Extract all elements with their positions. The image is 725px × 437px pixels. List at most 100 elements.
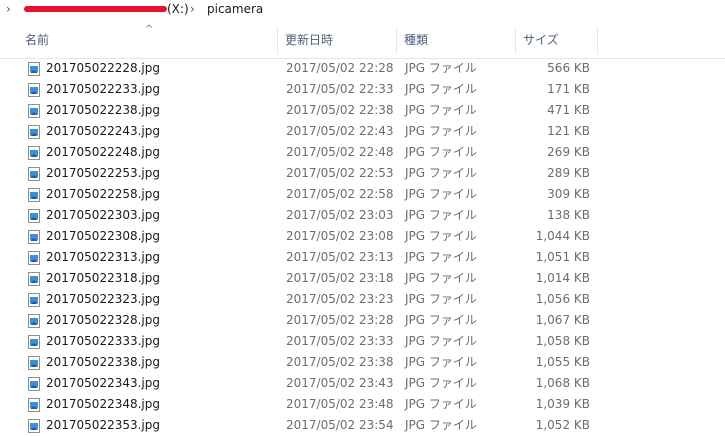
file-size: 138 KB <box>547 208 590 222</box>
file-row[interactable]: 201705022323.jpg 2017/05/02 23:23 JPG ファイル… <box>0 289 725 310</box>
column-header-bar: ^ 名前 更新日時 種類 サイズ <box>0 20 725 59</box>
jpg-file-icon <box>28 62 40 76</box>
file-type: JPG ファイル <box>405 397 477 411</box>
redacted-path-segment <box>24 6 167 12</box>
file-type: JPG ファイル <box>405 187 477 201</box>
breadcrumb-drive[interactable]: (X:) <box>167 0 189 18</box>
column-header-size[interactable]: サイズ <box>517 32 597 52</box>
jpg-file-icon <box>28 335 40 349</box>
file-date: 2017/05/02 23:18 <box>286 271 394 285</box>
file-name: 201705022308.jpg <box>46 229 160 243</box>
file-row[interactable]: 201705022333.jpg 2017/05/02 23:33 JPG ファイル… <box>0 331 725 352</box>
file-type: JPG ファイル <box>405 418 477 432</box>
file-row[interactable]: 201705022308.jpg 2017/05/02 23:08 JPG ファイル… <box>0 226 725 247</box>
file-date: 2017/05/02 23:33 <box>286 334 394 348</box>
file-date: 2017/05/02 22:38 <box>286 103 394 117</box>
column-header-date[interactable]: 更新日時 <box>279 32 396 52</box>
jpg-file-icon <box>28 356 40 370</box>
file-date: 2017/05/02 22:48 <box>286 145 394 159</box>
jpg-file-icon <box>28 167 40 181</box>
file-row[interactable]: 201705022318.jpg 2017/05/02 23:18 JPG ファイル… <box>0 268 725 289</box>
file-size: 1,067 KB <box>535 313 590 327</box>
jpg-file-icon <box>28 230 40 244</box>
column-header-date-label: 更新日時 <box>285 33 334 47</box>
file-date: 2017/05/02 23:43 <box>286 376 394 390</box>
file-type: JPG ファイル <box>405 124 477 138</box>
file-date: 2017/05/02 23:13 <box>286 250 394 264</box>
breadcrumb-folder[interactable]: picamera <box>207 0 263 18</box>
file-name: 201705022303.jpg <box>46 208 160 222</box>
file-name: 201705022338.jpg <box>46 355 160 369</box>
column-header-type[interactable]: 種類 <box>398 32 515 52</box>
jpg-file-icon <box>28 272 40 286</box>
jpg-file-icon <box>28 377 40 391</box>
file-date: 2017/05/02 23:23 <box>286 292 394 306</box>
file-date: 2017/05/02 23:08 <box>286 229 394 243</box>
file-date: 2017/05/02 23:03 <box>286 208 394 222</box>
file-row[interactable]: 201705022338.jpg 2017/05/02 23:38 JPG ファイル… <box>0 352 725 373</box>
file-size: 1,014 KB <box>535 271 590 285</box>
file-size: 1,068 KB <box>535 376 590 390</box>
chevron-right-icon[interactable]: › <box>190 0 195 18</box>
file-name: 201705022233.jpg <box>46 82 160 96</box>
file-size: 289 KB <box>547 166 590 180</box>
file-name: 201705022333.jpg <box>46 334 160 348</box>
file-name: 201705022243.jpg <box>46 124 160 138</box>
file-size: 471 KB <box>547 103 590 117</box>
file-name: 201705022343.jpg <box>46 376 160 390</box>
file-type: JPG ファイル <box>405 145 477 159</box>
file-name: 201705022253.jpg <box>46 166 160 180</box>
file-type: JPG ファイル <box>405 82 477 96</box>
jpg-file-icon <box>28 146 40 160</box>
column-divider[interactable] <box>597 28 598 54</box>
file-row[interactable]: 201705022303.jpg 2017/05/02 23:03 JPG ファイル… <box>0 205 725 226</box>
jpg-file-icon <box>28 104 40 118</box>
file-row[interactable]: 201705022238.jpg 2017/05/02 22:38 JPG ファイル… <box>0 100 725 121</box>
file-size: 566 KB <box>547 61 590 75</box>
jpg-file-icon <box>28 293 40 307</box>
file-type: JPG ファイル <box>405 355 477 369</box>
file-size: 1,056 KB <box>535 292 590 306</box>
file-row[interactable]: 201705022313.jpg 2017/05/02 23:13 JPG ファイル… <box>0 247 725 268</box>
file-size: 1,058 KB <box>535 334 590 348</box>
file-date: 2017/05/02 23:48 <box>286 397 394 411</box>
file-name: 201705022313.jpg <box>46 250 160 264</box>
jpg-file-icon <box>28 314 40 328</box>
column-header-type-label: 種類 <box>404 33 429 47</box>
file-row[interactable]: 201705022343.jpg 2017/05/02 23:43 JPG ファイル… <box>0 373 725 394</box>
file-row[interactable]: 201705022243.jpg 2017/05/02 22:43 JPG ファイル… <box>0 121 725 142</box>
file-name: 201705022323.jpg <box>46 292 160 306</box>
file-name: 201705022238.jpg <box>46 103 160 117</box>
file-row[interactable]: 201705022233.jpg 2017/05/02 22:33 JPG ファイル… <box>0 79 725 100</box>
file-size: 1,051 KB <box>535 250 590 264</box>
jpg-file-icon <box>28 188 40 202</box>
file-size: 1,039 KB <box>535 397 590 411</box>
chevron-right-icon[interactable]: › <box>6 0 11 18</box>
column-header-name-label: 名前 <box>25 33 50 47</box>
file-name: 201705022348.jpg <box>46 397 160 411</box>
file-row[interactable]: 201705022248.jpg 2017/05/02 22:48 JPG ファイル… <box>0 142 725 163</box>
file-size: 269 KB <box>547 145 590 159</box>
file-row[interactable]: 201705022253.jpg 2017/05/02 22:53 JPG ファイル… <box>0 163 725 184</box>
jpg-file-icon <box>28 83 40 97</box>
jpg-file-icon <box>28 251 40 265</box>
file-row[interactable]: 201705022353.jpg 2017/05/02 23:54 JPG ファイル… <box>0 415 725 436</box>
file-row[interactable]: 201705022328.jpg 2017/05/02 23:28 JPG ファイル… <box>0 310 725 331</box>
file-date: 2017/05/02 22:43 <box>286 124 394 138</box>
column-divider[interactable] <box>396 28 397 54</box>
jpg-file-icon <box>28 209 40 223</box>
column-divider[interactable] <box>515 28 516 54</box>
file-row[interactable]: 201705022228.jpg 2017/05/02 22:28 JPG ファイル… <box>0 58 725 79</box>
file-type: JPG ファイル <box>405 271 477 285</box>
file-row[interactable]: 201705022348.jpg 2017/05/02 23:48 JPG ファイル… <box>0 394 725 415</box>
column-header-name[interactable]: 名前 <box>19 32 277 52</box>
column-divider[interactable] <box>277 28 278 54</box>
file-size: 1,052 KB <box>535 418 590 432</box>
file-date: 2017/05/02 22:33 <box>286 82 394 96</box>
file-row[interactable]: 201705022258.jpg 2017/05/02 22:58 JPG ファイル… <box>0 184 725 205</box>
file-date: 2017/05/02 22:58 <box>286 187 394 201</box>
file-type: JPG ファイル <box>405 292 477 306</box>
file-size: 121 KB <box>547 124 590 138</box>
file-type: JPG ファイル <box>405 229 477 243</box>
breadcrumb: › (X:) › picamera <box>0 0 725 20</box>
